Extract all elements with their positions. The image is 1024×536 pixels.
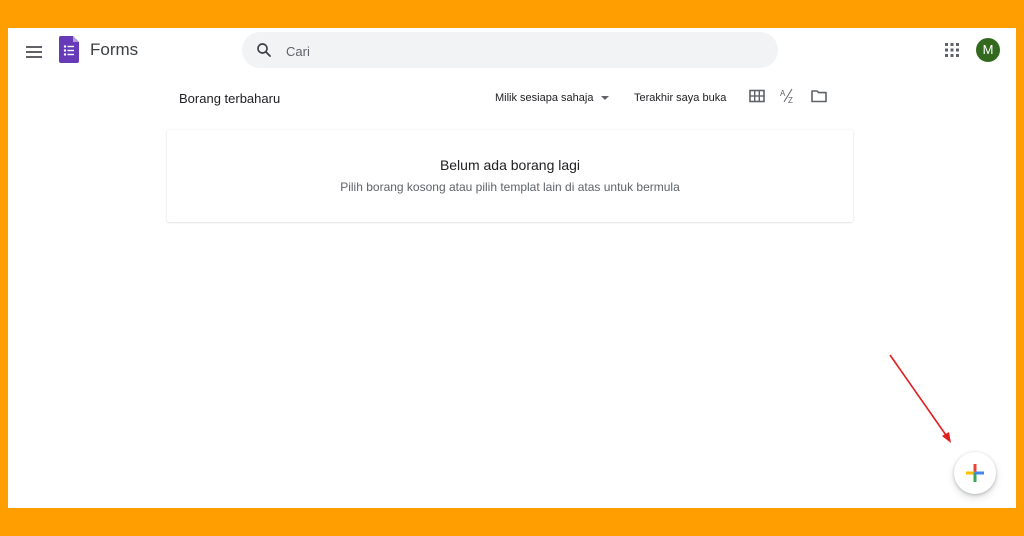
avatar[interactable]: M bbox=[976, 38, 1000, 62]
forms-logo-icon bbox=[59, 36, 79, 63]
owner-filter-dropdown[interactable]: Milik sesiapa sahaja bbox=[495, 88, 610, 108]
app-window: Forms M Borang terbaharu Milik sesiapa s… bbox=[8, 28, 1016, 508]
main-menu-icon[interactable] bbox=[22, 40, 46, 64]
annotation-arrow-icon bbox=[889, 354, 951, 443]
create-form-button[interactable] bbox=[954, 452, 996, 494]
plus-icon bbox=[966, 464, 984, 482]
app-name[interactable]: Forms bbox=[90, 40, 138, 60]
section-title: Borang terbaharu bbox=[179, 91, 281, 106]
svg-text:A: A bbox=[780, 89, 786, 98]
sort-button[interactable]: Terakhir saya buka bbox=[634, 88, 726, 108]
google-apps-icon[interactable] bbox=[943, 41, 961, 59]
grid-view-icon[interactable] bbox=[748, 87, 766, 105]
empty-state-card: Belum ada borang lagi Pilih borang koson… bbox=[167, 130, 853, 222]
empty-state-title: Belum ada borang lagi bbox=[439, 157, 581, 173]
owner-filter-label: Milik sesiapa sahaja bbox=[495, 92, 594, 104]
search-bar[interactable] bbox=[242, 32, 778, 70]
empty-state-subtitle: Pilih borang kosong atau pilih templat l… bbox=[340, 180, 680, 194]
dropdown-caret-icon bbox=[601, 96, 610, 100]
folder-icon[interactable] bbox=[810, 87, 828, 105]
search-input[interactable] bbox=[284, 32, 768, 70]
search-icon[interactable] bbox=[255, 41, 273, 59]
sort-az-icon[interactable]: A Z bbox=[779, 87, 797, 105]
svg-text:Z: Z bbox=[788, 96, 793, 105]
